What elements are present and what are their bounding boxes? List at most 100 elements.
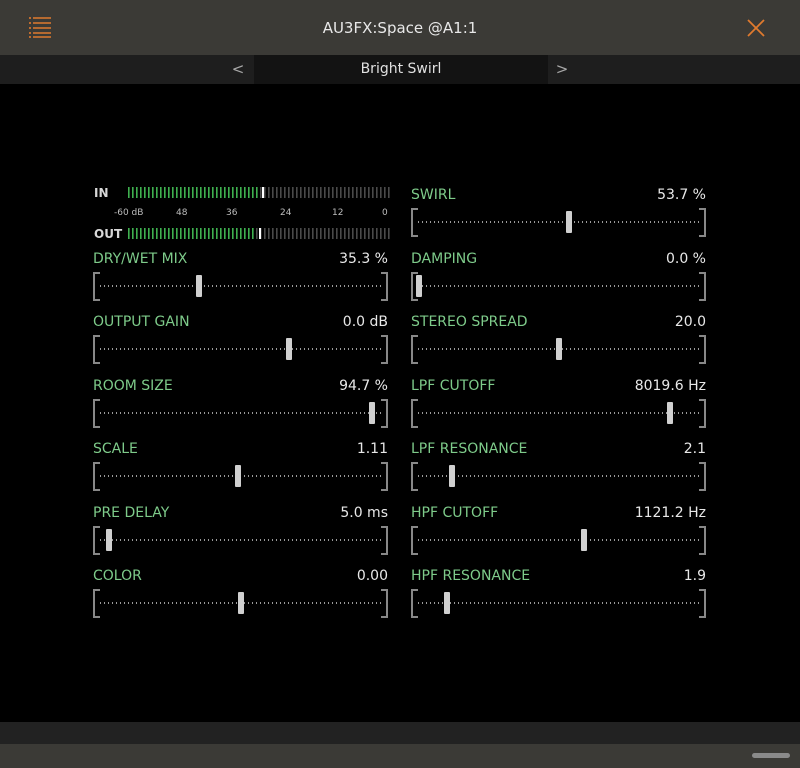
slider-track[interactable] bbox=[418, 539, 699, 541]
meter-segment bbox=[288, 228, 290, 239]
meter-segment bbox=[140, 187, 142, 198]
slider-thumb[interactable] bbox=[286, 338, 292, 360]
slider-bracket-right bbox=[699, 208, 706, 237]
slider-bracket-right bbox=[699, 589, 706, 618]
meter-out-label: OUT bbox=[94, 227, 123, 241]
meter-segment bbox=[252, 187, 254, 198]
param-label: SWIRL bbox=[411, 187, 456, 203]
meter-segment bbox=[376, 187, 378, 198]
meter-segment bbox=[304, 228, 306, 239]
meter-segment bbox=[224, 228, 226, 239]
meter-segment bbox=[160, 228, 162, 239]
lpf-cutoff-slider[interactable] bbox=[411, 399, 706, 428]
meter-peak-marker bbox=[259, 228, 261, 239]
meter-segment bbox=[368, 187, 370, 198]
slider-track[interactable] bbox=[100, 539, 381, 541]
meter-segment bbox=[152, 228, 154, 239]
pre-delay-slider[interactable] bbox=[93, 526, 388, 555]
slider-track[interactable] bbox=[100, 412, 381, 414]
meter-segment bbox=[372, 228, 374, 239]
slider-track[interactable] bbox=[418, 602, 699, 604]
meter-segment bbox=[348, 228, 350, 239]
param-scale: SCALE 1.11 bbox=[93, 441, 388, 493]
param-label: LPF RESONANCE bbox=[411, 441, 528, 457]
meter-segment bbox=[292, 228, 294, 239]
meter-segment bbox=[200, 187, 202, 198]
slider-thumb[interactable] bbox=[106, 529, 112, 551]
meter-segment bbox=[300, 187, 302, 198]
meter-segment bbox=[128, 187, 130, 198]
close-icon[interactable] bbox=[744, 16, 768, 40]
param-value: 0.0 dB bbox=[342, 314, 388, 330]
meter-segment bbox=[232, 228, 234, 239]
window-title: AU3FX:Space @A1:1 bbox=[322, 19, 478, 37]
prev-preset-button[interactable]: < bbox=[223, 55, 253, 84]
meter-in-label: IN bbox=[94, 186, 109, 200]
hamburger-list-icon[interactable] bbox=[28, 15, 52, 39]
slider-bracket-left bbox=[411, 335, 418, 364]
slider-bracket-right bbox=[381, 526, 388, 555]
slider-thumb[interactable] bbox=[444, 592, 450, 614]
meter-segment bbox=[188, 228, 190, 239]
slider-thumb[interactable] bbox=[235, 465, 241, 487]
swirl-slider[interactable] bbox=[411, 208, 706, 237]
slider-thumb[interactable] bbox=[238, 592, 244, 614]
param-value: 1.9 bbox=[683, 568, 706, 584]
meter-segment bbox=[384, 187, 386, 198]
hpf-cutoff-slider[interactable] bbox=[411, 526, 706, 555]
slider-track[interactable] bbox=[418, 285, 699, 287]
meter-segment bbox=[332, 187, 334, 198]
room-size-slider[interactable] bbox=[93, 399, 388, 428]
slider-thumb[interactable] bbox=[449, 465, 455, 487]
meter-segment bbox=[376, 228, 378, 239]
home-indicator[interactable] bbox=[752, 753, 790, 758]
meter-segment bbox=[328, 187, 330, 198]
param-label: OUTPUT GAIN bbox=[93, 314, 190, 330]
color-slider[interactable] bbox=[93, 589, 388, 618]
meter-segment bbox=[132, 228, 134, 239]
dry-wet-mix-slider[interactable] bbox=[93, 272, 388, 301]
slider-thumb[interactable] bbox=[369, 402, 375, 424]
slider-track[interactable] bbox=[100, 348, 381, 350]
meter-scale-tick: 24 bbox=[280, 208, 292, 218]
slider-thumb[interactable] bbox=[581, 529, 587, 551]
hpf-resonance-slider[interactable] bbox=[411, 589, 706, 618]
meter-segment bbox=[348, 187, 350, 198]
meter-segment bbox=[184, 228, 186, 239]
slider-thumb[interactable] bbox=[556, 338, 562, 360]
meter-segment bbox=[364, 187, 366, 198]
slider-track[interactable] bbox=[418, 475, 699, 477]
slider-track[interactable] bbox=[100, 285, 381, 287]
param-swirl: SWIRL 53.7 % bbox=[411, 187, 706, 239]
meter-segment bbox=[368, 228, 370, 239]
meter-segment bbox=[164, 228, 166, 239]
slider-track[interactable] bbox=[418, 221, 699, 223]
preset-name[interactable]: Bright Swirl bbox=[254, 55, 548, 84]
meter-segment bbox=[308, 228, 310, 239]
meter-segment bbox=[164, 187, 166, 198]
meter-segment bbox=[248, 187, 250, 198]
param-value: 2.1 bbox=[683, 441, 706, 457]
next-preset-button[interactable]: > bbox=[547, 55, 577, 84]
meter-segment bbox=[180, 187, 182, 198]
slider-thumb[interactable] bbox=[667, 402, 673, 424]
stereo-spread-slider[interactable] bbox=[411, 335, 706, 364]
lpf-resonance-slider[interactable] bbox=[411, 462, 706, 491]
output-gain-slider[interactable] bbox=[93, 335, 388, 364]
meter-segment bbox=[296, 228, 298, 239]
slider-bracket-right bbox=[699, 526, 706, 555]
slider-thumb[interactable] bbox=[196, 275, 202, 297]
meter-segment bbox=[280, 187, 282, 198]
slider-thumb[interactable] bbox=[416, 275, 422, 297]
param-label: DAMPING bbox=[411, 251, 478, 267]
meter-segment bbox=[372, 187, 374, 198]
slider-track[interactable] bbox=[418, 412, 699, 414]
meter-segment bbox=[196, 187, 198, 198]
meter-segment bbox=[176, 187, 178, 198]
damping-slider[interactable] bbox=[411, 272, 706, 301]
meter-segment bbox=[220, 187, 222, 198]
meter-segment bbox=[380, 228, 382, 239]
slider-thumb[interactable] bbox=[566, 211, 572, 233]
meter-segment bbox=[340, 187, 342, 198]
scale-slider[interactable] bbox=[93, 462, 388, 491]
